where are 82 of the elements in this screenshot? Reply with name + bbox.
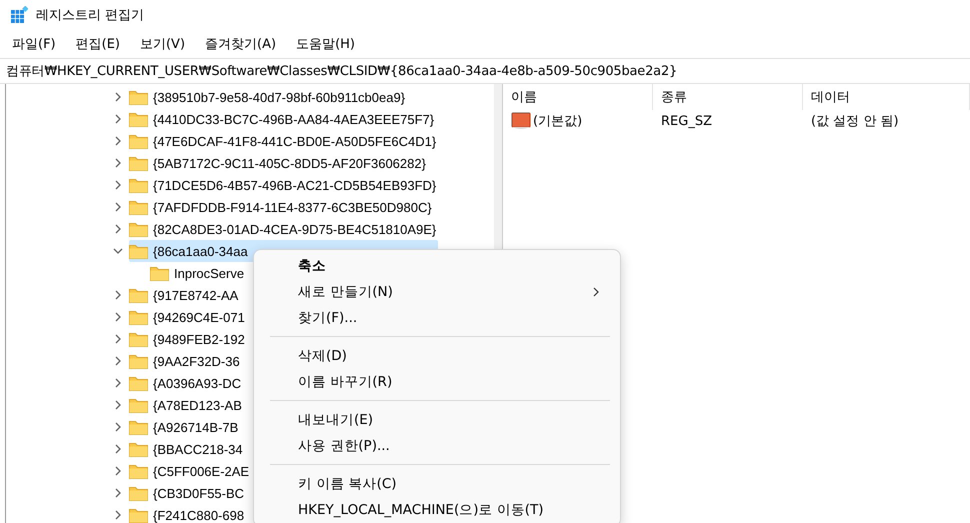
chevron-right-icon[interactable] <box>113 422 123 432</box>
chevron-right-icon[interactable] <box>113 400 123 410</box>
folder-icon <box>129 156 148 170</box>
folder-icon <box>129 332 148 346</box>
registry-icon <box>10 6 28 24</box>
chevron-right-icon[interactable] <box>113 136 123 146</box>
tree-item[interactable]: {BBACC218-34 <box>153 442 243 456</box>
folder-icon <box>129 178 148 192</box>
tree-item[interactable]: {82CA8DE3-01AD-4CEA-9D75-BE4C51810A9E} <box>153 222 436 236</box>
folder-icon <box>129 200 148 214</box>
chevron-right-icon[interactable] <box>113 378 123 388</box>
folder-icon <box>129 244 148 258</box>
tree-item[interactable]: {9AA2F32D-36 <box>153 354 240 368</box>
menu-item[interactable]: 도움말(H) <box>288 33 363 55</box>
folder-icon <box>150 266 169 280</box>
address-field[interactable]: 컴퓨터₩HKEY_CURRENT_USER₩Software₩Classes₩CLSID₩{86ca1aa0-34aa-4e8b-a509-50c905bae2a2} <box>0 58 970 84</box>
tree-item[interactable]: {4410DC33-BC7C-496B-AA84-4AEA3EEE75F7} <box>153 112 434 126</box>
tree-item[interactable]: InprocServe <box>174 266 244 280</box>
menu-item[interactable]: 파일(F) <box>4 33 64 55</box>
column-header[interactable]: 이름 <box>503 84 653 110</box>
folder-icon <box>129 442 148 456</box>
string-value-icon <box>511 112 531 130</box>
chevron-right-icon[interactable] <box>113 466 123 476</box>
chevron-right-icon[interactable] <box>113 312 123 322</box>
folder-icon <box>129 222 148 236</box>
menu-item[interactable]: 새로 만들기(N) <box>298 283 393 301</box>
folder-icon <box>129 134 148 148</box>
menu-item[interactable]: 찾기(F)... <box>298 309 358 327</box>
folder-icon <box>129 288 148 302</box>
tree-item[interactable]: {A78ED123-AB <box>153 398 242 412</box>
menu-item[interactable]: 사용 권한(P)... <box>298 437 390 455</box>
chevron-right-icon[interactable] <box>113 202 123 212</box>
chevron-right-icon[interactable] <box>113 488 123 498</box>
menu-item[interactable]: 편집(E) <box>68 33 128 55</box>
menu-item[interactable]: 삭제(D) <box>298 347 347 365</box>
tree-item[interactable]: {F241C880-698 <box>153 508 244 522</box>
chevron-right-icon[interactable] <box>113 180 123 190</box>
chevron-right-icon[interactable] <box>113 290 123 300</box>
table-cell-text: (값 설정 안 됨) <box>810 113 900 131</box>
folder-icon <box>129 464 148 478</box>
folder-icon <box>129 420 148 434</box>
folder-icon <box>129 310 148 324</box>
folder-icon <box>129 398 148 412</box>
table-cell-text: (기본값) <box>533 113 582 130</box>
tree-item[interactable]: {47E6DCAF-41F8-441C-BD0E-A50D5FE6C4D1} <box>153 134 436 148</box>
tree-item[interactable]: {C5FF006E-2AE <box>153 464 250 478</box>
chevron-right-icon[interactable] <box>113 510 123 520</box>
column-header[interactable]: 데이터 <box>803 84 970 110</box>
chevron-down-icon[interactable] <box>113 246 123 256</box>
chevron-right-icon[interactable] <box>113 334 123 344</box>
chevron-right-icon[interactable] <box>113 92 123 102</box>
tree-item[interactable]: {CB3D0F55-BC <box>153 486 244 500</box>
window-title: 레지스트리 편집기 <box>36 7 144 24</box>
chevron-right-icon[interactable] <box>113 356 123 366</box>
tree-item[interactable]: {94269C4E-071 <box>153 310 245 324</box>
tree-item[interactable]: {5AB7172C-9C11-405C-8DD5-AF20F3606282} <box>153 156 426 170</box>
tree-item[interactable]: {917E8742-AA <box>153 288 238 302</box>
tree-item[interactable]: {A0396A93-DC <box>153 376 242 390</box>
menu-item[interactable]: 내보내기(E) <box>298 411 374 429</box>
folder-icon <box>129 508 148 522</box>
tree-item[interactable]: {9489FEB2-192 <box>153 332 245 346</box>
menu-item[interactable]: HKEY_LOCAL_MACHINE(으)로 이동(T) <box>298 501 544 519</box>
folder-icon <box>129 376 148 390</box>
table-cell-text: REG_SZ <box>660 112 713 130</box>
tree-item[interactable]: {A926714B-7B <box>153 420 238 434</box>
tree-item[interactable]: {7AFDFDDB-F914-11E4-8377-6C3BE50D980C} <box>153 200 432 214</box>
tree-item[interactable]: {71DCE5D6-4B57-496B-AC21-CD5B54EB93FD} <box>153 178 436 192</box>
folder-icon <box>129 112 148 126</box>
chevron-right-icon[interactable] <box>113 114 123 124</box>
chevron-right-icon[interactable] <box>113 224 123 234</box>
tree-item[interactable]: {389510b7-9e58-40d7-98bf-60b911cb0ea9} <box>153 90 406 104</box>
chevron-right-icon[interactable] <box>113 158 123 168</box>
menu-item[interactable]: 보기(V) <box>132 33 194 55</box>
folder-icon <box>129 354 148 368</box>
folder-icon <box>129 486 148 500</box>
folder-icon <box>129 90 148 104</box>
menu-item[interactable]: 키 이름 복사(C) <box>298 475 397 493</box>
menu-item[interactable]: 이름 바꾸기(R) <box>298 373 392 391</box>
chevron-right-icon[interactable] <box>113 444 123 454</box>
menu-item[interactable]: 즐겨찾기(A) <box>197 33 284 55</box>
menu-item[interactable]: 축소 <box>298 257 326 275</box>
column-header[interactable]: 종류 <box>653 84 803 110</box>
